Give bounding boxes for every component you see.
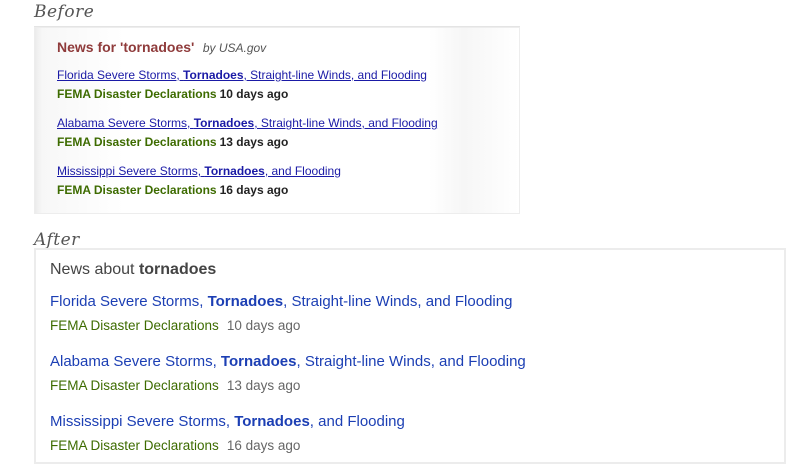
after-news-link-text: , and Flooding xyxy=(309,413,405,430)
after-news-age: 16 days ago xyxy=(226,438,301,453)
before-news-age: 10 days ago xyxy=(219,87,289,101)
after-section-label: After xyxy=(34,230,80,250)
after-news-link-text: Alabama Severe Storms, xyxy=(50,353,221,370)
after-news-link[interactable]: Alabama Severe Storms, Tornadoes, Straig… xyxy=(50,352,526,372)
before-news-byline: by USA.gov xyxy=(202,41,267,55)
after-news-link[interactable]: Florida Severe Storms, Tornadoes, Straig… xyxy=(50,292,512,312)
after-news-meta: FEMA Disaster Declarations 13 days ago xyxy=(50,377,526,395)
after-news-link-text: , Straight-line Winds, and Flooding xyxy=(283,293,513,310)
after-news-source: FEMA Disaster Declarations xyxy=(50,378,219,393)
before-news-link[interactable]: Florida Severe Storms, Tornadoes, Straig… xyxy=(57,67,427,83)
before-news-source: FEMA Disaster Declarations xyxy=(57,135,217,149)
before-news-age: 16 days ago xyxy=(219,183,289,197)
before-news-link-text: Alabama Severe Storms, xyxy=(57,116,194,130)
before-news-link-text: Florida Severe Storms, xyxy=(57,68,184,82)
before-news-source: FEMA Disaster Declarations xyxy=(57,87,217,101)
before-news-panel: News for 'tornadoes' by USA.gov Florida … xyxy=(34,26,520,214)
after-news-header: News about tornadoes xyxy=(50,260,216,280)
after-news-link-text: Mississippi Severe Storms, xyxy=(50,413,235,430)
after-news-link[interactable]: Mississippi Severe Storms, Tornadoes, an… xyxy=(50,412,405,432)
before-news-age: 13 days ago xyxy=(219,135,289,149)
after-news-link-text: Florida Severe Storms, xyxy=(50,293,208,310)
before-news-link-text: , and Flooding xyxy=(264,164,341,178)
before-news-meta: FEMA Disaster Declarations 13 days ago xyxy=(57,133,438,151)
after-news-meta: FEMA Disaster Declarations 16 days ago xyxy=(50,437,405,455)
before-news-header: News for 'tornadoes' by USA.gov xyxy=(57,39,266,57)
after-news-title-prefix: News about xyxy=(50,261,139,278)
after-news-title-term: tornadoes xyxy=(138,261,217,278)
before-news-link-keyword: Tornadoes xyxy=(183,68,244,82)
before-news-link[interactable]: Mississippi Severe Storms, Tornadoes, an… xyxy=(57,163,341,179)
before-news-link-keyword: Tornadoes xyxy=(193,116,255,130)
before-news-item: Alabama Severe Storms, Tornadoes, Straig… xyxy=(57,115,438,151)
before-news-meta: FEMA Disaster Declarations 10 days ago xyxy=(57,85,427,103)
before-news-link-text: , Straight-line Winds, and Flooding xyxy=(254,116,438,130)
before-news-source: FEMA Disaster Declarations xyxy=(57,183,217,197)
before-news-link[interactable]: Alabama Severe Storms, Tornadoes, Straig… xyxy=(57,115,438,131)
after-news-source: FEMA Disaster Declarations xyxy=(50,318,219,333)
before-news-link-text: , Straight-line Winds, and Flooding xyxy=(243,68,427,82)
after-news-item: Florida Severe Storms, Tornadoes, Straig… xyxy=(50,292,512,335)
after-news-link-keyword: Tornadoes xyxy=(207,293,284,310)
after-news-meta: FEMA Disaster Declarations 10 days ago xyxy=(50,317,512,335)
after-news-link-keyword: Tornadoes xyxy=(234,413,310,430)
after-news-source: FEMA Disaster Declarations xyxy=(50,438,219,453)
before-news-item: Mississippi Severe Storms, Tornadoes, an… xyxy=(57,163,341,199)
before-news-meta: FEMA Disaster Declarations 16 days ago xyxy=(57,181,341,199)
before-news-link-text: Mississippi Severe Storms, xyxy=(57,164,205,178)
after-news-link-keyword: Tornadoes xyxy=(220,353,297,370)
after-news-item: Alabama Severe Storms, Tornadoes, Straig… xyxy=(50,352,526,395)
before-news-link-keyword: Tornadoes xyxy=(204,164,265,178)
after-news-age: 10 days ago xyxy=(226,318,301,333)
after-news-item: Mississippi Severe Storms, Tornadoes, an… xyxy=(50,412,405,455)
after-news-age: 13 days ago xyxy=(226,378,301,393)
before-news-item: Florida Severe Storms, Tornadoes, Straig… xyxy=(57,67,427,103)
before-section-label: Before xyxy=(34,2,95,22)
after-news-link-text: , Straight-line Winds, and Flooding xyxy=(296,353,526,370)
after-news-panel: News about tornadoes Florida Severe Stor… xyxy=(34,248,786,464)
before-news-title: News for 'tornadoes' xyxy=(57,39,195,55)
